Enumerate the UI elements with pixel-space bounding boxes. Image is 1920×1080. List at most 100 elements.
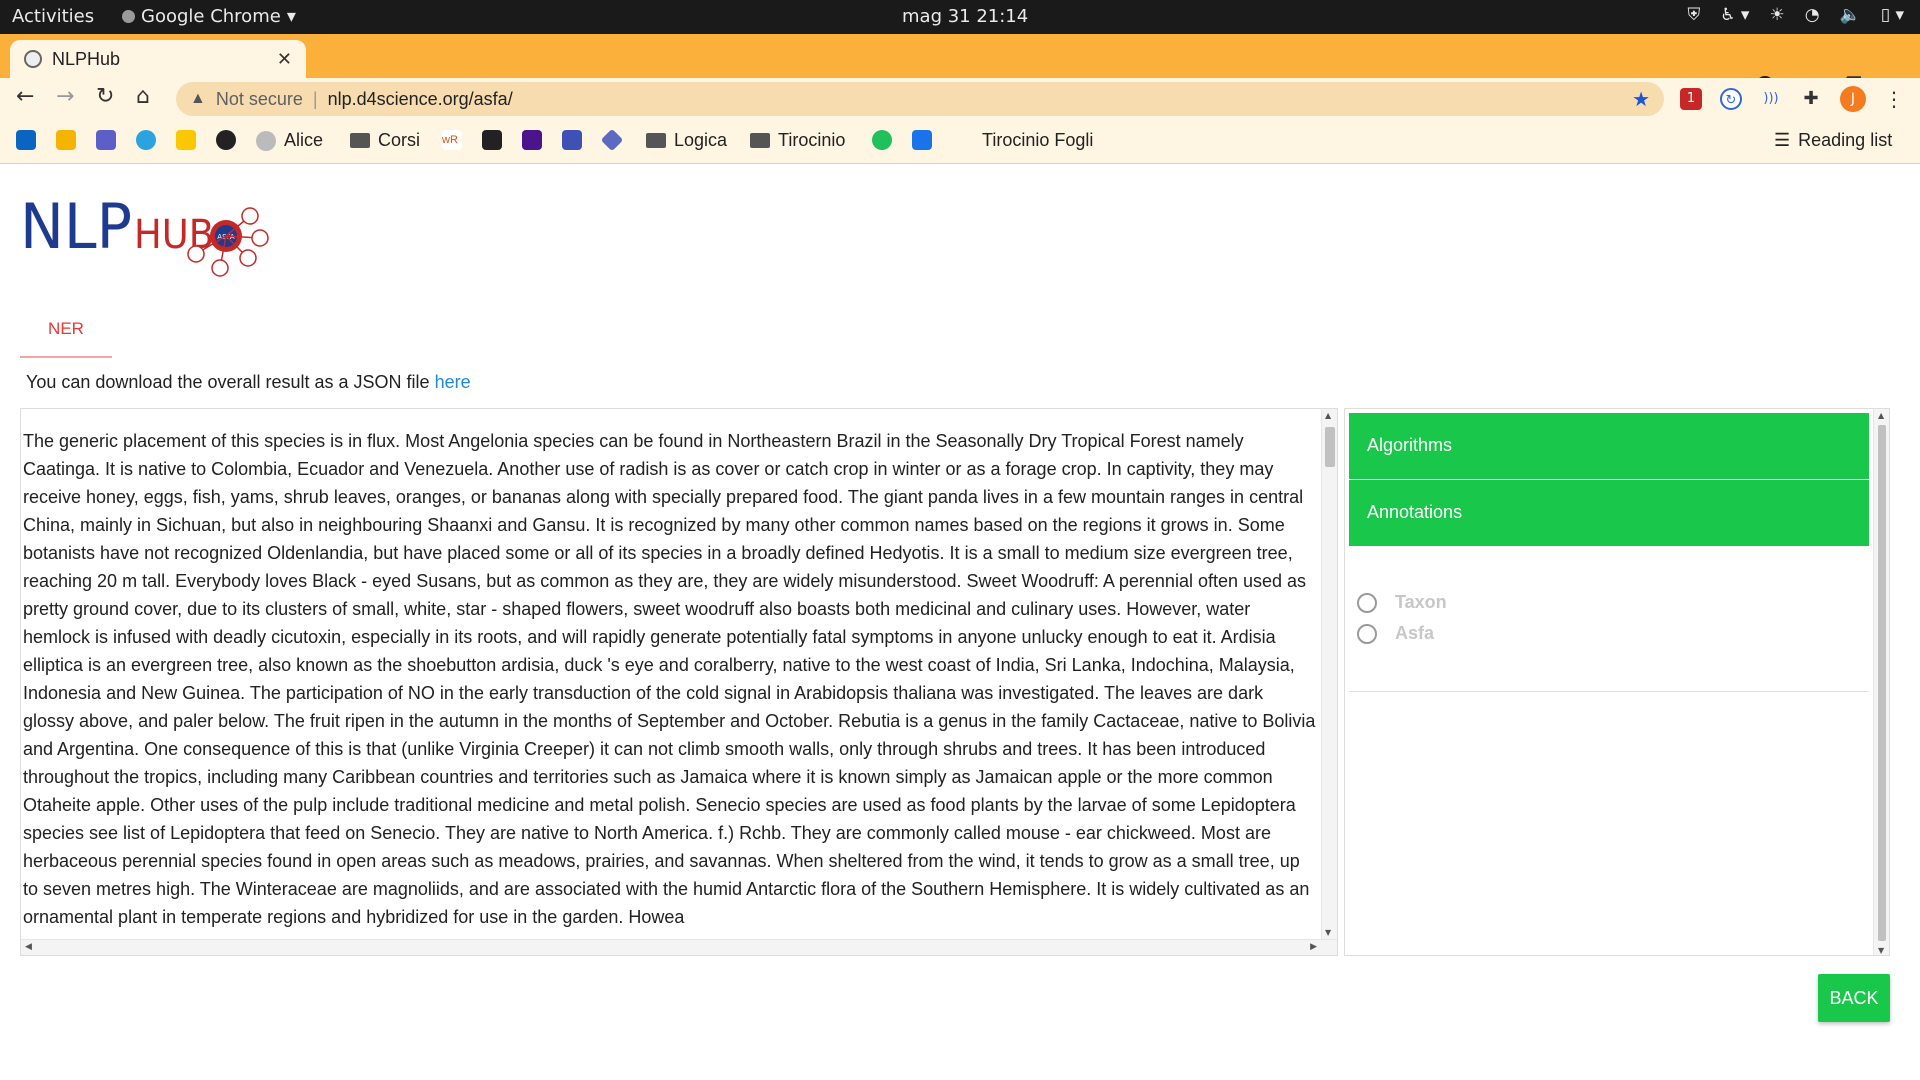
browser-toolbar: ← → ↻ ⌂ ▲ Not secure | nlp.d4science.org… [0, 78, 1920, 120]
folder-icon [350, 133, 370, 148]
teams-icon[interactable] [96, 130, 116, 150]
ublock-icon[interactable]: 1 [1680, 88, 1702, 110]
alice-icon [256, 130, 276, 151]
options-panel: Algorithms Annotations Taxon Asfa ▲ ▼ [1344, 408, 1890, 956]
radio-taxon[interactable]: Taxon [1357, 587, 1447, 618]
back-button[interactable]: BACK [1818, 974, 1890, 1022]
bookmark-tirocinio[interactable]: Tirocinio [750, 130, 845, 151]
diamond-icon[interactable] [600, 128, 624, 152]
accessibility-icon[interactable]: ♿ ▾ [1720, 5, 1749, 25]
bookmarks-bar: Alice Corsi wR Logica Tirocinio Tirocini… [0, 120, 1920, 164]
home-icon[interactable]: ⌂ [136, 84, 150, 109]
telegram-icon[interactable] [136, 130, 156, 150]
security-label[interactable]: Not secure [216, 89, 303, 110]
brightness-icon[interactable]: ☀ [1769, 5, 1784, 25]
svg-text:NLP: NLP [20, 190, 132, 263]
algorithms-accordion[interactable]: Algorithms [1349, 413, 1869, 479]
wifi-icon[interactable]: ◔ [1805, 5, 1820, 25]
scroll-left-icon[interactable]: ◀ [25, 942, 32, 952]
reading-list-icon: ☰ [1774, 130, 1791, 150]
bookmark-label: Alice [284, 130, 324, 150]
github-icon[interactable] [216, 130, 236, 150]
outlook-icon[interactable] [16, 130, 36, 150]
download-json-link[interactable]: here [435, 372, 471, 392]
r-icon[interactable] [562, 130, 582, 150]
tab-ner[interactable]: NER [20, 314, 112, 358]
bookmark-corsi[interactable]: Corsi [350, 130, 420, 151]
url-text[interactable]: nlp.d4science.org/asfa/ [328, 89, 513, 110]
bookmark-alice[interactable]: Alice [256, 130, 323, 151]
menu-kebab-icon[interactable]: ⋮ [1884, 87, 1904, 111]
bookmark-label: Logica [674, 130, 728, 150]
options-vertical-scrollbar[interactable]: ▲ ▼ [1873, 409, 1889, 955]
radio-button[interactable] [1357, 623, 1377, 644]
system-tray[interactable]: ⛨ ♿ ▾ ☀ ◔ 🔈 ▯ ▾ [1688, 5, 1905, 25]
close-tab-icon[interactable]: ✕ [277, 49, 292, 70]
bookmark-star-icon[interactable]: ★ [1632, 87, 1650, 112]
scroll-thumb[interactable] [1878, 425, 1886, 941]
forward-arrow-icon[interactable]: → [56, 84, 74, 109]
text-vertical-scrollbar[interactable]: ▲ ▼ [1321, 409, 1337, 939]
reload-icon[interactable]: ↻ [96, 84, 114, 109]
keep-icon[interactable] [176, 130, 196, 150]
scroll-up-icon[interactable]: ▲ [1878, 411, 1884, 420]
browser-tab[interactable]: NLPHub ✕ [10, 40, 306, 78]
drive-icon[interactable] [56, 130, 76, 150]
sync-extension-icon[interactable]: ↻ [1720, 88, 1742, 110]
bookmark-logica[interactable]: Logica [646, 130, 727, 151]
nlphub-logo: NLP HUB ASFA [20, 186, 280, 281]
radio-label: Asfa [1395, 623, 1435, 643]
bookmark-label: Corsi [378, 130, 421, 150]
hexagon-icon[interactable] [482, 130, 502, 150]
scroll-thumb[interactable] [1325, 427, 1335, 467]
extensions-area: 1 ↻ ))) ✚ J ⋮ [1680, 86, 1904, 112]
bookmark-tirocinio-fogli[interactable]: Tirocinio Fogli [982, 130, 1093, 151]
address-bar[interactable]: ▲ Not secure | nlp.d4science.org/asfa/ ★ [176, 82, 1664, 116]
app-menu[interactable]: Google Chrome ▾ [122, 6, 296, 27]
battery-icon[interactable]: ▯ ▾ [1881, 5, 1904, 25]
tab-title: NLPHub [52, 48, 121, 69]
scroll-up-icon[interactable]: ▲ [1325, 411, 1331, 420]
scroll-right-icon[interactable]: ▶ [1310, 942, 1317, 952]
globe-icon [24, 50, 42, 68]
text-result-panel[interactable]: The generic placement of this species is… [20, 408, 1338, 956]
bookmark-label: Reading list [1798, 130, 1893, 150]
scroll-down-icon[interactable]: ▼ [1878, 946, 1884, 955]
annotations-accordion[interactable]: Annotations [1349, 480, 1869, 546]
page-content: NLP HUB ASFA NER You can download the ov… [0, 164, 1920, 1080]
s-icon[interactable] [872, 130, 892, 150]
text-horizontal-scrollbar[interactable]: ◀ ▶ [21, 939, 1337, 955]
back-arrow-icon[interactable]: ← [16, 84, 34, 109]
os-top-bar: Activities Google Chrome ▾ mag 31 21:14 … [0, 0, 1920, 34]
volume-icon[interactable]: 🔈 [1840, 5, 1861, 25]
reader-extension-icon[interactable]: ))) [1760, 88, 1782, 110]
shield-icon[interactable]: ⛨ [1688, 5, 1701, 25]
download-text: You can download the overall result as a… [26, 372, 430, 392]
bookmark-label: Tirocinio Fogli [982, 130, 1094, 150]
analyzed-text: The generic placement of this species is… [23, 431, 1316, 927]
divider [1349, 691, 1869, 692]
radio-button[interactable] [1357, 592, 1377, 613]
profile-avatar[interactable]: J [1840, 86, 1866, 112]
download-line: You can download the overall result as a… [26, 372, 471, 393]
puzzle-icon[interactable]: ✚ [1800, 88, 1822, 110]
folder-icon [646, 133, 666, 148]
radio-asfa[interactable]: Asfa [1357, 618, 1447, 649]
reading-list[interactable]: ☰ Reading list [1774, 130, 1892, 151]
triangle-icon[interactable] [522, 130, 542, 150]
checkbox-icon[interactable] [912, 130, 932, 150]
chevron-down-icon: ▾ [286, 6, 296, 27]
tab-strip: NLPHub ✕ + ▾ — ❐ ✕ [0, 34, 1920, 104]
wordreference-icon[interactable]: wR [442, 130, 462, 150]
separator: | [312, 88, 318, 109]
chrome-icon [122, 10, 135, 23]
clock[interactable]: mag 31 21:14 [902, 6, 1028, 27]
radio-label: Taxon [1395, 592, 1447, 612]
activities-button[interactable]: Activities [12, 6, 94, 27]
warning-icon[interactable]: ▲ [190, 90, 206, 108]
annotation-options: Taxon Asfa [1357, 587, 1447, 649]
scroll-down-icon[interactable]: ▼ [1325, 928, 1331, 937]
app-name: Google Chrome [141, 6, 281, 27]
bookmark-label: Tirocinio [778, 130, 846, 150]
folder-icon [750, 133, 770, 148]
